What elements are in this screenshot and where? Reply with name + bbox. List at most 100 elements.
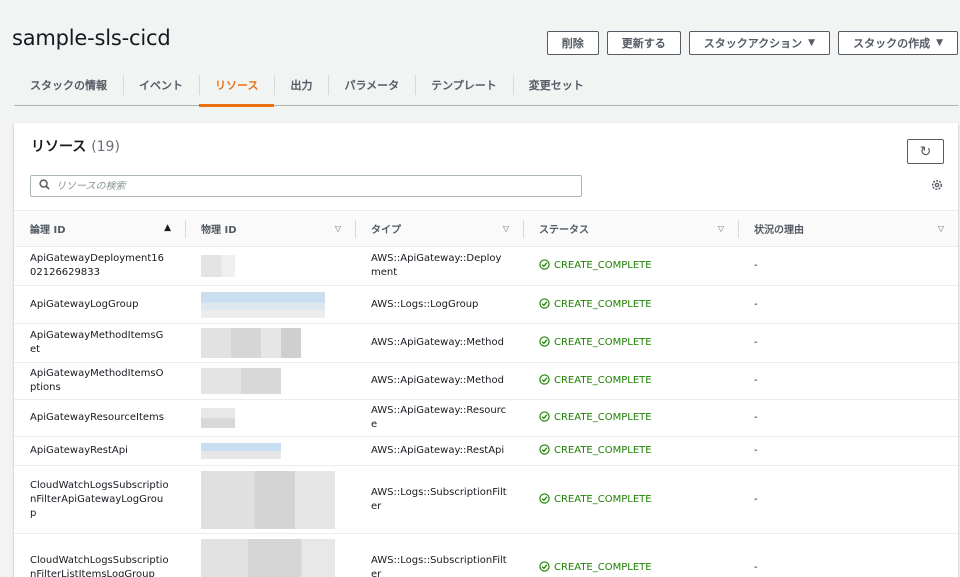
redacted-physical-id xyxy=(201,470,335,529)
physical-id-cell xyxy=(185,465,355,534)
caret-down-icon: ▼ xyxy=(808,38,816,48)
physical-id-cell xyxy=(185,246,355,286)
redacted-physical-id xyxy=(201,408,235,428)
resources-table: 論理 ID ▲ 物理 ID ▽ タイプ ▽ ステータス ▽ 状況の理由 ▽ ApiGate… xyxy=(14,210,958,577)
status-cell: CREATE_COMPLETE xyxy=(523,362,738,400)
column-header-type[interactable]: タイプ ▽ xyxy=(355,210,523,247)
reason-cell: - xyxy=(738,362,958,400)
redacted-physical-id xyxy=(201,538,335,577)
tab-events[interactable]: イベント xyxy=(123,64,199,106)
sort-icon: ▽ xyxy=(717,224,724,233)
refresh-icon: ↻ xyxy=(919,143,932,159)
type-cell: AWS::ApiGateway::Deployment xyxy=(355,246,523,286)
type-cell: AWS::ApiGateway::Method xyxy=(355,362,523,400)
sort-icon: ▽ xyxy=(502,224,509,233)
redacted-physical-id xyxy=(201,255,235,277)
redacted-physical-id xyxy=(201,291,325,318)
refresh-button[interactable]: ↻ xyxy=(907,139,944,164)
physical-id-cell xyxy=(185,533,355,577)
tab-parameters[interactable]: パラメータ xyxy=(328,64,415,106)
logical-id-cell: CloudWatchLogsSubscriptionFilterApiGatew… xyxy=(14,465,185,534)
tab-resources[interactable]: リソース xyxy=(199,64,275,107)
logical-id-cell: ApiGatewayDeployment1602126629833 xyxy=(14,246,185,286)
table-row: ApiGatewayDeployment1602126629833 AWS::A… xyxy=(14,246,958,286)
search-box xyxy=(30,175,582,197)
check-circle-icon xyxy=(539,444,550,458)
logical-id-cell: ApiGatewayRestApi xyxy=(14,436,185,466)
redacted-physical-id xyxy=(201,368,281,394)
physical-id-cell xyxy=(185,362,355,400)
check-circle-icon xyxy=(539,560,550,575)
sort-icon: ▽ xyxy=(334,224,341,233)
resource-count: (19) xyxy=(91,139,120,155)
tab-template[interactable]: テンプレート xyxy=(415,64,513,106)
reason-cell: - xyxy=(738,285,958,324)
table-row: CloudWatchLogsSubscriptionFilterApiGatew… xyxy=(14,465,958,534)
table-row: ApiGatewayResourceItems AWS::ApiGateway:… xyxy=(14,399,958,437)
update-button[interactable]: 更新する xyxy=(606,31,681,55)
gear-icon[interactable] xyxy=(931,179,943,195)
status-cell: CREATE_COMPLETE xyxy=(523,285,738,324)
type-cell: AWS::Logs::SubscriptionFilter xyxy=(355,465,523,534)
logical-id-cell: ApiGatewayResourceItems xyxy=(14,399,185,437)
reason-cell: - xyxy=(738,399,958,437)
stack-actions-bar: 削除 更新する スタックアクション ▼ スタックの作成 ▼ xyxy=(546,31,958,55)
caret-down-icon: ▼ xyxy=(936,38,943,48)
physical-id-cell xyxy=(185,399,355,437)
type-cell: AWS::Logs::LogGroup xyxy=(355,285,523,324)
table-row: ApiGatewayMethodItemsGet AWS::ApiGateway… xyxy=(14,323,958,363)
column-header-status-reason[interactable]: 状況の理由 ▽ xyxy=(738,210,958,247)
logical-id-cell: ApiGatewayMethodItemsGet xyxy=(14,323,185,363)
table-row: CloudWatchLogsSubscriptionFilterListItem… xyxy=(14,533,958,577)
reason-cell: - xyxy=(738,246,958,286)
create-stack-label: スタックの作成 xyxy=(853,37,931,50)
status-cell: CREATE_COMPLETE xyxy=(523,323,738,363)
check-circle-icon xyxy=(539,297,550,312)
sort-ascending-icon: ▲ xyxy=(164,223,171,233)
sort-icon: ▽ xyxy=(937,224,944,233)
physical-id-cell xyxy=(185,323,355,363)
tab-stack-info[interactable]: スタックの情報 xyxy=(14,64,123,106)
page-title: sample-sls-cicd xyxy=(12,26,171,50)
check-circle-icon xyxy=(539,492,550,507)
table-row: ApiGatewayLogGroup AWS::Logs::LogGroup C… xyxy=(14,285,958,324)
check-circle-icon xyxy=(539,259,550,273)
stack-tabs: スタックの情報 イベント リソース 出力 パラメータ テンプレート 変更セット xyxy=(14,64,958,107)
delete-button[interactable]: 削除 xyxy=(546,31,599,55)
logical-id-cell: ApiGatewayMethodItemsOptions xyxy=(14,362,185,400)
check-circle-icon xyxy=(539,374,550,388)
type-cell: AWS::ApiGateway::Resource xyxy=(355,399,523,437)
type-cell: AWS::Logs::SubscriptionFilter xyxy=(355,533,523,577)
status-cell: CREATE_COMPLETE xyxy=(523,533,738,577)
column-header-physical-id[interactable]: 物理 ID ▽ xyxy=(185,210,355,247)
reason-cell: - xyxy=(738,533,958,577)
status-cell: CREATE_COMPLETE xyxy=(523,399,738,437)
logical-id-cell: ApiGatewayLogGroup xyxy=(14,285,185,324)
search-icon xyxy=(39,179,50,193)
reason-cell: - xyxy=(738,323,958,363)
type-cell: AWS::ApiGateway::Method xyxy=(355,323,523,363)
status-cell: CREATE_COMPLETE xyxy=(523,436,738,466)
resources-panel: リソース (19) ↻ 論理 ID▲ 物理 ID▽ タイプ▽ ステータス▽ 状況… xyxy=(14,123,958,577)
create-stack-dropdown[interactable]: スタックの作成 ▼ xyxy=(838,31,958,55)
reason-cell: - xyxy=(738,436,958,466)
tab-outputs[interactable]: 出力 xyxy=(274,64,328,106)
search-input[interactable] xyxy=(56,180,556,192)
table-row: ApiGatewayRestApi AWS::ApiGateway::RestA… xyxy=(14,436,958,466)
column-header-logical-id[interactable]: 論理 ID ▲ xyxy=(14,210,185,247)
check-circle-icon xyxy=(539,336,550,350)
panel-title-text: リソース xyxy=(31,139,87,155)
panel-title: リソース (19) xyxy=(31,136,120,156)
table-row: ApiGatewayMethodItemsOptions AWS::ApiGat… xyxy=(14,362,958,400)
column-header-status[interactable]: ステータス ▽ xyxy=(523,210,738,247)
status-cell: CREATE_COMPLETE xyxy=(523,246,738,286)
reason-cell: - xyxy=(738,465,958,534)
physical-id-cell xyxy=(185,436,355,466)
logical-id-cell: CloudWatchLogsSubscriptionFilterListItem… xyxy=(14,533,185,577)
stack-actions-dropdown[interactable]: スタックアクション ▼ xyxy=(688,31,831,55)
redacted-physical-id xyxy=(201,443,281,459)
redacted-physical-id xyxy=(201,328,301,358)
tab-change-sets[interactable]: 変更セット xyxy=(512,64,600,106)
check-circle-icon xyxy=(539,411,550,425)
status-cell: CREATE_COMPLETE xyxy=(523,465,738,534)
